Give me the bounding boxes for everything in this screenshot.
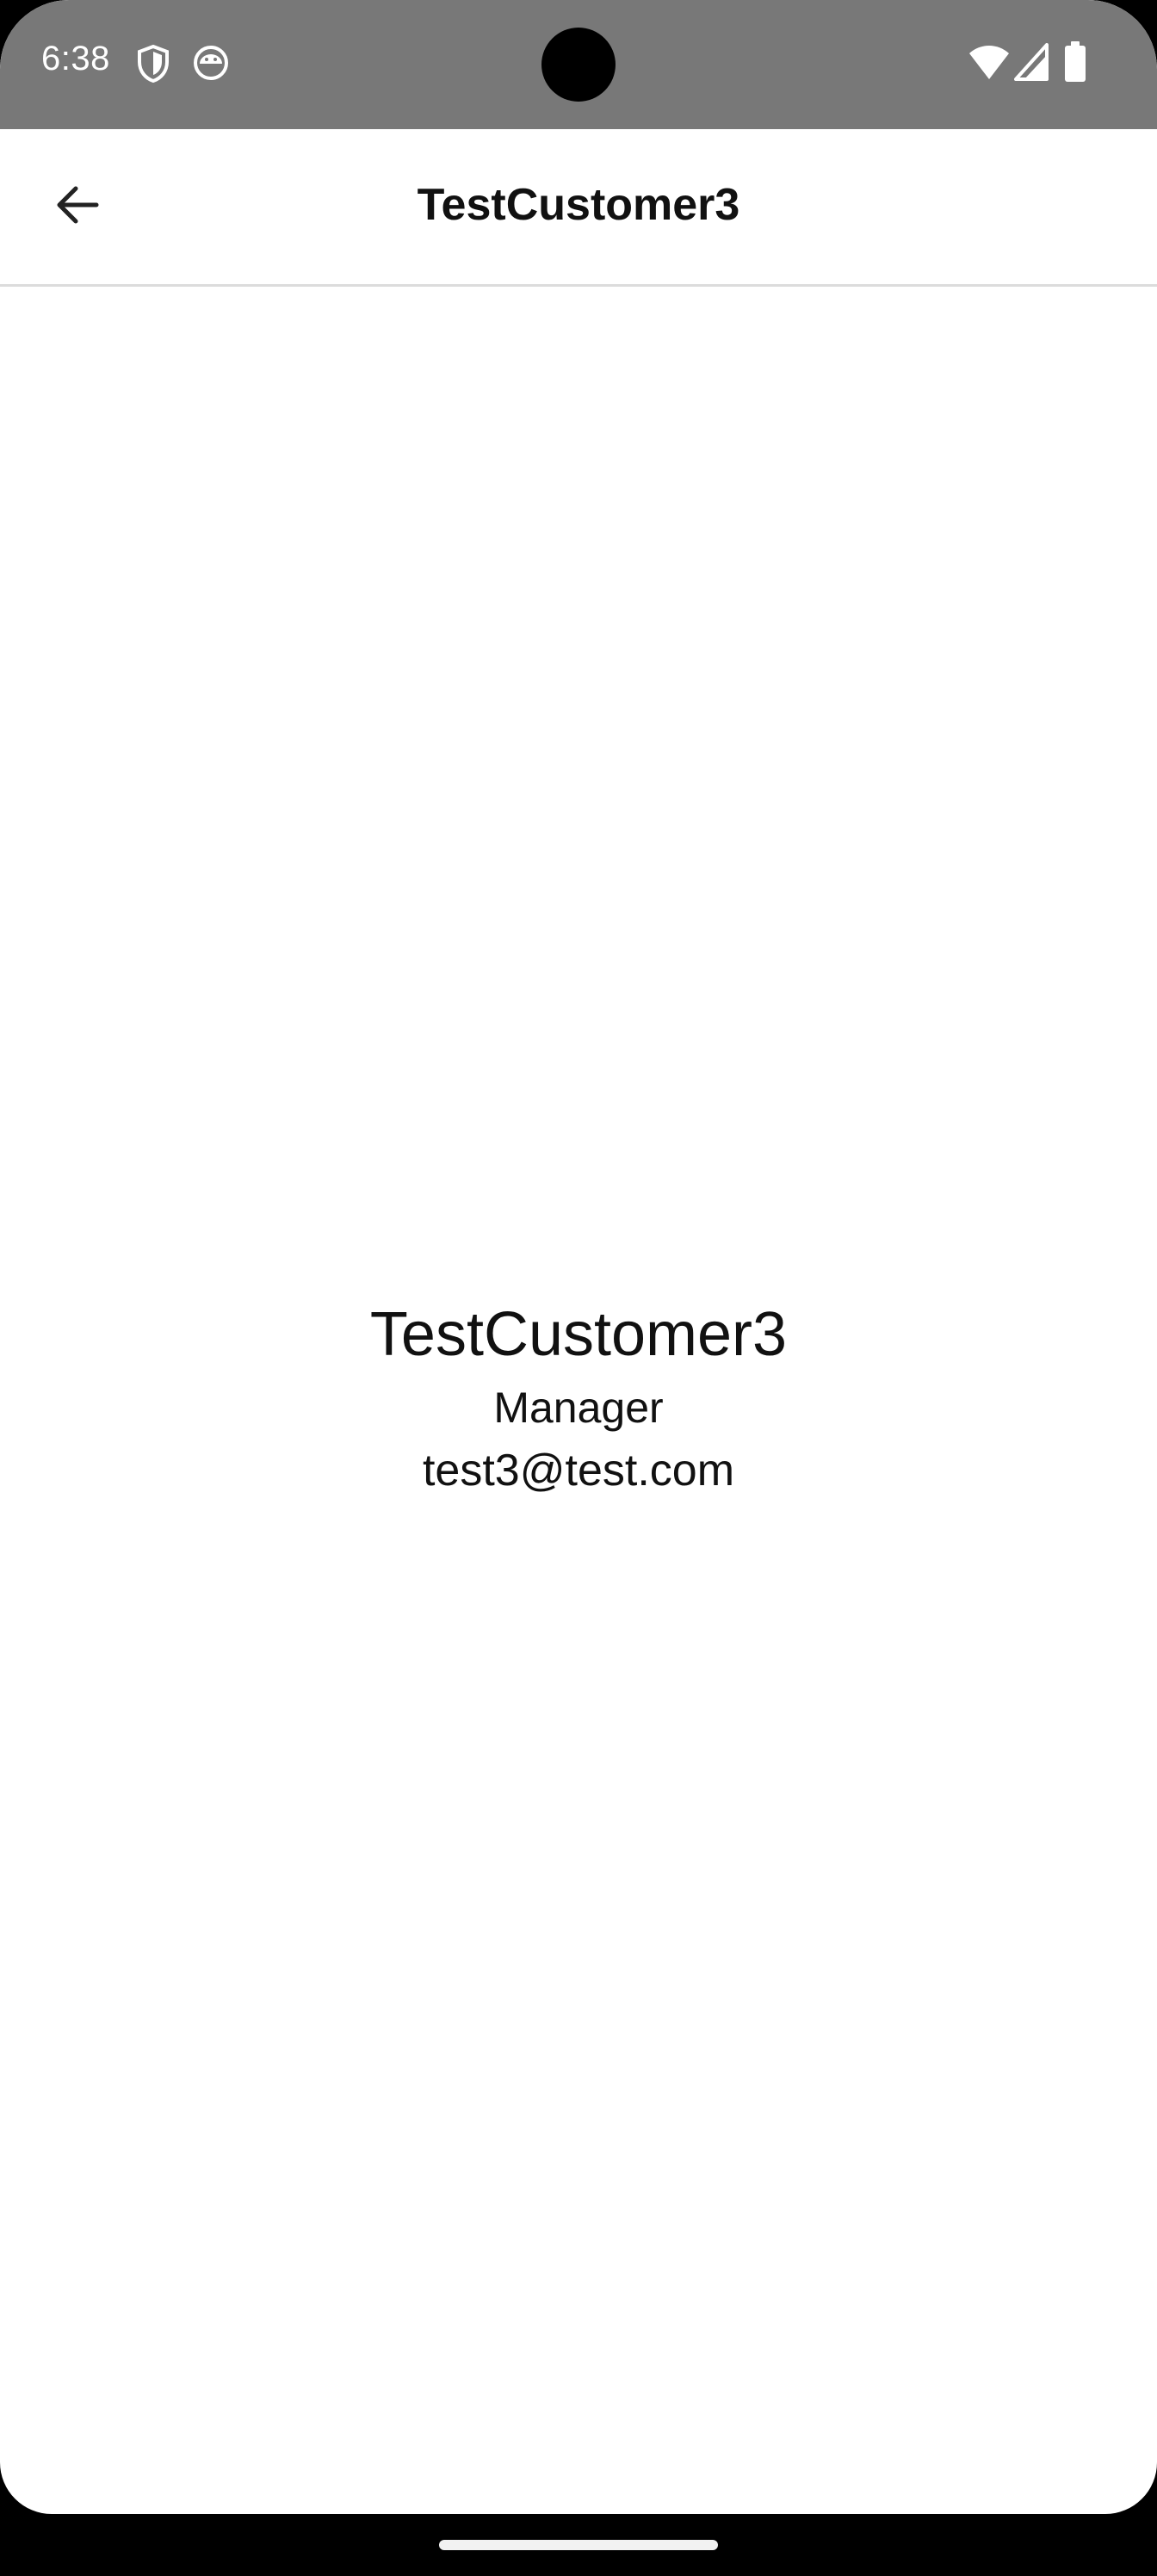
device-frame: 6:38 TestCustomer3 TestCustomer3 Manager… [0, 0, 1157, 2576]
android-robot-icon [193, 45, 229, 85]
signal-icon [1014, 43, 1049, 85]
gesture-nav-handle[interactable] [439, 2540, 718, 2550]
shield-icon [136, 44, 170, 87]
status-bar: 6:38 [0, 0, 1157, 129]
wifi-icon [968, 43, 1011, 85]
status-time: 6:38 [41, 40, 110, 77]
front-camera [541, 28, 616, 102]
profile-details: TestCustomer3 Manager test3@test.com [0, 1291, 1157, 1503]
profile-name: TestCustomer3 [369, 1300, 788, 1369]
screen: 6:38 TestCustomer3 TestCustomer3 Manager… [0, 0, 1157, 2514]
profile-role: Manager [493, 1384, 664, 1432]
app-bar: TestCustomer3 [0, 129, 1157, 287]
profile-email: test3@test.com [422, 1446, 735, 1495]
page-title: TestCustomer3 [417, 180, 740, 230]
battery-icon [1064, 41, 1086, 87]
